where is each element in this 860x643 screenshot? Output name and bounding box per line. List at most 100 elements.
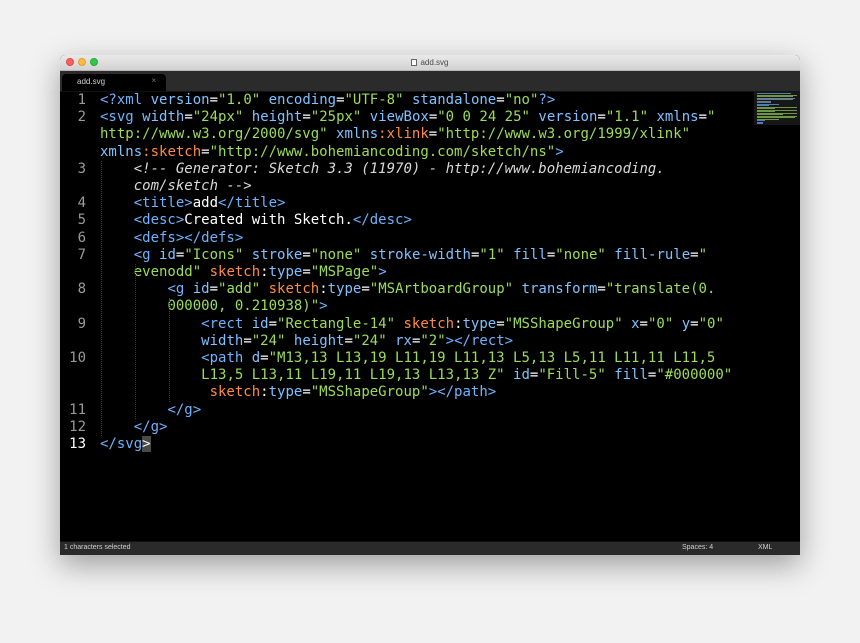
code-token: "#000000": [656, 367, 733, 384]
code-token: add: [192, 195, 219, 212]
code-token: "0": [698, 315, 724, 332]
code-token: "0 0 24 25": [437, 109, 530, 126]
code-line: xmlns:sketch="http://www.bohemiancoding.…: [100, 144, 564, 161]
code-line: <defs></defs>: [100, 230, 244, 247]
code-line: evenodd" sketch:type="MSPage">: [100, 264, 387, 281]
editor-window: add.svg add.svg × 1 2 3 4 5 6 7 8 9 10 11 12 13 <?xm…: [60, 55, 800, 555]
code-token: type: [268, 264, 303, 280]
code-token: width: [142, 109, 185, 126]
code-token: 000000, 0.210938)": [167, 298, 320, 315]
code-token: "24px": [192, 109, 244, 126]
code-line: sketch:type="MSShapeGroup"></path>: [100, 384, 497, 401]
code-token: </g>: [133, 418, 168, 435]
window-title: add.svg: [60, 56, 800, 69]
code-token: =: [302, 384, 311, 401]
code-line: <!-- Generator: Sketch 3.3 (11970) - htt…: [100, 161, 665, 178]
code-token: =: [302, 109, 311, 126]
code-token: rx: [395, 332, 412, 349]
line-number: 4: [77, 195, 86, 212]
code-token: =: [361, 281, 370, 298]
code-line: L13,5 L13,11 L19,11 L19,13 L13,13 Z" id=…: [100, 367, 732, 384]
line-number: 2: [77, 109, 86, 126]
code-token: =: [496, 92, 505, 108]
document-icon: [411, 59, 418, 66]
indent-guide: [169, 298, 170, 402]
line-number: 8: [77, 281, 86, 298]
line-number: 7: [77, 246, 86, 263]
code-token: </g>: [167, 401, 202, 418]
syntax-selector[interactable]: XML: [758, 542, 772, 554]
code-line: <?xml version="1.0" encoding="UTF-8" sta…: [100, 92, 555, 109]
code-line: <desc>Created with Sketch.</desc>: [100, 212, 412, 229]
code-token: id: [251, 315, 269, 332]
line-number: 13: [69, 436, 86, 452]
code-token: sketch: [209, 264, 261, 280]
code-line: </g>: [100, 418, 168, 436]
code-token: =: [243, 332, 252, 349]
code-token: ?>: [538, 92, 556, 108]
line-number: 9: [77, 315, 86, 332]
code-token: stroke: [251, 246, 303, 263]
code-line: <title>add</title>: [100, 195, 286, 212]
code-token: xmlns: [100, 143, 143, 160]
code-token: id: [192, 281, 210, 298]
tab-close-icon[interactable]: ×: [151, 76, 156, 85]
code-token: =: [690, 246, 699, 263]
code-token: >: [378, 264, 387, 280]
code-token: =: [209, 92, 219, 108]
code-token: <g: [133, 246, 160, 263]
code-line: </g>: [100, 402, 201, 419]
code-token: "1": [479, 246, 505, 263]
code-token: <title>: [133, 195, 193, 212]
code-token: "25px": [310, 109, 362, 126]
code-line: <rect id="Rectangle-14" sketch:type="MSS…: [100, 316, 724, 333]
code-token: "24": [352, 332, 387, 349]
code-line: <svg width="24px" height="25px" viewBox=…: [100, 109, 715, 126]
code-token: ></rect>: [445, 332, 514, 349]
code-token: id: [159, 246, 176, 263]
tab-label: add.svg: [77, 77, 106, 86]
code-line: <g id="Icons" stroke="none" stroke-width…: [100, 247, 707, 264]
code-token: "24": [251, 332, 286, 349]
code-token: "http://www.w3.org/1999/xlink": [437, 126, 691, 143]
code-token: =: [428, 126, 438, 143]
code-token: "Icons": [184, 246, 244, 263]
code-token: standalone: [411, 92, 497, 108]
code-editor[interactable]: 1 2 3 4 5 6 7 8 9 10 11 12 13 <?xml version="1.0" en…: [60, 91, 800, 542]
code-token: =: [209, 281, 219, 298]
code-token: =: [597, 281, 606, 298]
window-title-text: add.svg: [420, 58, 449, 67]
code-token: sketch: [403, 315, 455, 332]
tab-add-svg[interactable]: add.svg ×: [62, 74, 166, 91]
title-bar: add.svg: [60, 55, 800, 71]
minimap[interactable]: [754, 91, 800, 125]
code-token: "no": [504, 92, 539, 108]
code-token: "1.0": [218, 92, 261, 108]
code-token: </desc>: [352, 212, 412, 229]
line-number: 12: [69, 418, 86, 435]
indentation-setting[interactable]: Spaces: 4: [682, 542, 713, 554]
code-token: transform: [521, 281, 598, 298]
code-token: "Rectangle-14": [277, 315, 396, 332]
line-number: 1: [77, 92, 86, 108]
code-token: version: [150, 92, 210, 108]
code-token: <!-- Generator: Sketch 3.3 (11970) - htt…: [133, 160, 665, 177]
code-token: "UTF-8": [344, 92, 404, 108]
code-token: http://www.w3.org/2000/svg": [100, 126, 328, 143]
code-token: =: [184, 109, 193, 126]
